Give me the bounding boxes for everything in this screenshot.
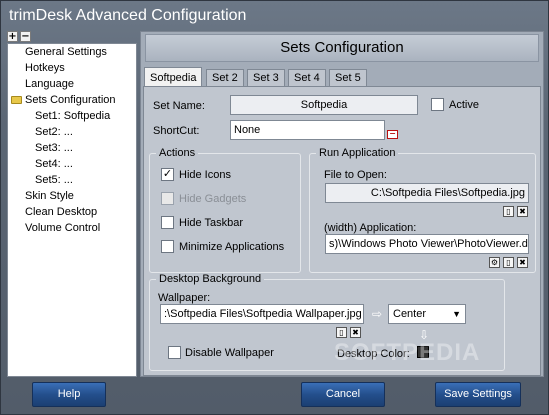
hide-taskbar-checkbox[interactable] <box>161 216 174 229</box>
settings-tree: General Settings Hotkeys Language Sets C… <box>7 43 137 377</box>
minimize-applications-checkbox[interactable] <box>161 240 174 253</box>
file-to-open-label: File to Open: <box>324 169 387 181</box>
shortcut-field[interactable]: None <box>230 120 385 140</box>
desktop-background-group: Desktop Background Wallpaper: :\Softpedi… <box>149 273 505 371</box>
desktop-background-title: Desktop Background <box>156 273 265 286</box>
clear-shortcut-button[interactable]: − <box>387 130 398 139</box>
clear-file-icon[interactable]: ✖ <box>517 206 528 217</box>
minimize-applications-label: Minimize Applications <box>179 241 285 253</box>
tree-item-clean-desktop[interactable]: Clean Desktop <box>25 204 97 220</box>
tree-item-general-settings[interactable]: General Settings <box>25 44 107 60</box>
browse-application-icon[interactable]: ▯ <box>503 257 514 268</box>
chevron-down-icon: ▼ <box>452 309 461 319</box>
wallpaper-position-select[interactable]: Center ▼ <box>388 304 466 324</box>
expand-all-button[interactable]: + <box>7 31 18 42</box>
tree-item-language[interactable]: Language <box>25 76 74 92</box>
arrow-right-icon: ⇨ <box>372 307 383 321</box>
desktop-color-swatch[interactable] <box>417 346 429 358</box>
collapse-all-button[interactable]: − <box>20 31 31 42</box>
application-field[interactable]: s)\Windows Photo Viewer\PhotoViewer.dll <box>325 234 529 254</box>
hide-taskbar-label: Hide Taskbar <box>179 217 243 229</box>
tree-item-set5[interactable]: Set5: ... <box>35 172 73 188</box>
tab-panel: Set Name: Softpedia Active ShortCut: Non… <box>143 86 541 376</box>
save-settings-button[interactable]: Save Settings <box>435 382 521 407</box>
browse-wallpaper-icon[interactable]: ▯ <box>336 327 347 338</box>
tab-set-4[interactable]: Set 4 <box>288 69 326 87</box>
config-window: trimDesk Advanced Configuration + − Gene… <box>0 0 549 415</box>
browse-file-icon[interactable]: ▯ <box>503 206 514 217</box>
clear-application-icon[interactable]: ✖ <box>517 257 528 268</box>
tab-softpedia[interactable]: Softpedia <box>144 67 203 88</box>
folder-icon <box>11 96 22 104</box>
shortcut-label: ShortCut: <box>153 125 200 137</box>
desktop-color-label: Desktop Color: <box>337 348 410 360</box>
tree-item-set4[interactable]: Set4: ... <box>35 156 73 172</box>
cancel-button[interactable]: Cancel <box>301 382 385 407</box>
tree-item-sets-configuration[interactable]: Sets Configuration <box>11 92 116 108</box>
window-title: trimDesk Advanced Configuration <box>9 7 247 24</box>
tree-item-set3[interactable]: Set3: ... <box>35 140 73 156</box>
main-panel: Sets Configuration Softpedia Set 2 Set 3… <box>140 31 544 377</box>
tree-item-skin-style[interactable]: Skin Style <box>25 188 74 204</box>
file-to-open-field[interactable]: C:\Softpedia Files\Softpedia.jpg <box>325 183 529 203</box>
actions-group: Actions ✓ Hide Icons Hide Gadgets Hide T… <box>149 147 301 273</box>
wallpaper-position-value: Center <box>393 308 427 320</box>
page-title: Sets Configuration <box>145 34 539 62</box>
hide-gadgets-label: Hide Gadgets <box>179 193 247 205</box>
arrow-down-icon: ⇩ <box>419 328 430 342</box>
tree-toolbar: + − <box>7 31 137 43</box>
help-button[interactable]: Help <box>32 382 106 407</box>
hide-icons-checkbox[interactable]: ✓ <box>161 168 174 181</box>
active-checkbox[interactable] <box>431 98 444 111</box>
run-application-title: Run Application <box>316 147 399 160</box>
disable-wallpaper-label: Disable Wallpaper <box>185 347 274 359</box>
wallpaper-field[interactable]: :\Softpedia Files\Softpedia Wallpaper.jp… <box>160 304 364 324</box>
clear-wallpaper-icon[interactable]: ✖ <box>350 327 361 338</box>
set-name-label: Set Name: <box>153 100 205 112</box>
hide-gadgets-checkbox[interactable] <box>161 192 174 205</box>
tree-item-set1[interactable]: Set1: Softpedia <box>35 108 110 124</box>
disable-wallpaper-checkbox[interactable] <box>168 346 181 359</box>
hide-icons-label: Hide Icons <box>179 169 231 181</box>
tree-item-set2[interactable]: Set2: ... <box>35 124 73 140</box>
tree-item-label: Sets Configuration <box>25 94 116 106</box>
tree-item-hotkeys[interactable]: Hotkeys <box>25 60 65 76</box>
tab-set-3[interactable]: Set 3 <box>247 69 285 87</box>
application-label: (width) Application: <box>324 222 417 234</box>
gear-icon[interactable]: ⚙ <box>489 257 500 268</box>
run-application-group: Run Application File to Open: C:\Softped… <box>309 147 536 273</box>
wallpaper-label: Wallpaper: <box>158 292 211 304</box>
tab-set-5[interactable]: Set 5 <box>329 69 367 87</box>
set-name-field[interactable]: Softpedia <box>230 95 418 115</box>
actions-group-title: Actions <box>156 147 199 160</box>
tab-set-2[interactable]: Set 2 <box>206 69 244 87</box>
active-label: Active <box>449 99 479 111</box>
tree-item-volume-control[interactable]: Volume Control <box>25 220 100 236</box>
